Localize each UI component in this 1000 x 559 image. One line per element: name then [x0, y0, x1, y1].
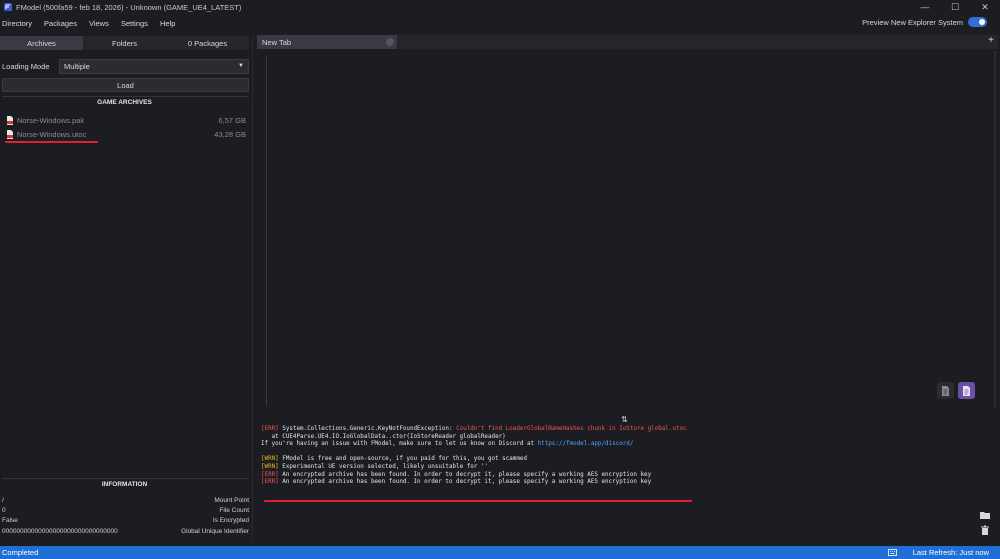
left-panel-tabs: Archives Folders 0 Packages — [0, 36, 249, 50]
loading-mode-value: Multiple — [64, 62, 90, 71]
archive-size: 43,28 GB — [214, 129, 246, 139]
preview-explorer-toggle-group: Preview New Explorer System — [862, 17, 987, 27]
menu-directory[interactable]: Directory — [2, 19, 32, 28]
info-value: False — [2, 516, 18, 524]
last-refresh: Last Refresh: Just now — [912, 548, 989, 557]
tab-new-tab[interactable]: New Tab — [257, 35, 397, 49]
info-value: 0 — [2, 506, 6, 514]
information-title: INFORMATION — [101, 481, 148, 488]
archive-size: 6,57 GB — [218, 115, 246, 125]
info-value: 00000000000000000000000000000000 — [2, 527, 118, 535]
keyboard-icon[interactable] — [888, 549, 897, 556]
plus-icon[interactable]: + — [988, 35, 994, 46]
archive-name: Norse-Windows.utoc — [17, 129, 87, 139]
fmodel-logo-icon — [3, 2, 13, 12]
archive-file-icon — [7, 115, 13, 125]
maximize-button[interactable]: ☐ — [940, 0, 970, 14]
editor-gutter — [266, 55, 267, 406]
document-tabs: New Tab + — [257, 35, 998, 49]
info-key: Mount Point — [214, 496, 249, 504]
preview-explorer-label: Preview New Explorer System — [862, 17, 963, 27]
editor-scrollbar[interactable] — [994, 51, 996, 408]
log-segment: at CUE4Parse.UE4.IO.IoGlobalData..ctor(I… — [261, 433, 506, 440]
loading-mode-select[interactable]: Multiple ▼ — [59, 59, 249, 74]
log-link[interactable]: https://fmodel.app/discord/ — [538, 441, 634, 447]
divider — [2, 96, 249, 97]
log-line: [ERR] An encrypted archive has been foun… — [261, 472, 987, 480]
status-text: Completed — [2, 548, 39, 557]
info-row-guid: 00000000000000000000000000000000 Global … — [2, 526, 249, 536]
window-title: FModel (500fa59 - feb 18, 2026) - Unknow… — [16, 2, 242, 12]
log-line: [ERR] System.Collections.Generic.KeyNotF… — [261, 426, 987, 434]
info-row-mount-point: / Mount Point — [2, 495, 249, 505]
log-line: [ERR] An encrypted archive has been foun… — [261, 479, 987, 487]
window-controls: — ☐ ✕ — [910, 0, 1000, 14]
close-button[interactable]: ✕ — [970, 0, 1000, 14]
log-segment: [WRN] — [261, 463, 283, 470]
tab-packages[interactable]: 0 Packages — [166, 36, 249, 50]
game-archives-title: GAME ARCHIVES — [97, 99, 152, 106]
log-segment: [ERR] — [261, 426, 283, 432]
preview-explorer-toggle[interactable] — [968, 17, 987, 27]
load-button[interactable]: Load — [2, 78, 249, 92]
archive-file-icon — [7, 129, 13, 139]
menu-packages[interactable]: Packages — [44, 19, 77, 28]
archive-item[interactable]: Norse-Windows.pak 6,57 GB — [6, 114, 246, 126]
log-segment: System.Collections.Generic.KeyNotFoundEx… — [282, 426, 457, 432]
info-row-file-count: 0 File Count — [2, 505, 249, 515]
image-preview-icon[interactable] — [958, 382, 975, 399]
status-bar: Completed Last Refresh: Just now — [0, 546, 1000, 559]
close-circle-icon[interactable] — [386, 38, 394, 46]
log-line: [WRN] Experimental UE version selected, … — [261, 464, 987, 472]
text-editor[interactable] — [257, 51, 998, 408]
info-key: Global Unique Identifier — [181, 527, 249, 535]
archive-item[interactable]: Norse-Windows.utoc 43,28 GB — [6, 128, 246, 140]
log-segment: [WRN] — [261, 456, 283, 463]
menu-bar: Directory Packages Views Settings Help — [0, 16, 185, 30]
log-segment: If you're having an issue with FModel, m… — [261, 441, 538, 448]
log-segment: [ERR] — [261, 479, 283, 486]
menu-help[interactable]: Help — [160, 19, 175, 28]
highlight-underline — [264, 500, 692, 502]
tab-folders[interactable]: Folders — [83, 36, 166, 50]
document-icon[interactable] — [937, 382, 954, 399]
highlight-underline — [5, 141, 98, 143]
log-segment: Couldn't find LoaderGlobalNameHashes chu… — [456, 426, 687, 432]
info-key: Is Encrypted — [212, 516, 249, 524]
log-segment: [ERR] — [261, 471, 283, 478]
panel-splitter[interactable] — [252, 36, 253, 542]
title-bar: FModel (500fa59 - feb 18, 2026) - Unknow… — [0, 0, 1000, 14]
log-segment: FModel is free and open-source, if you p… — [282, 456, 527, 463]
log-line: If you're having an issue with FModel, m… — [261, 441, 987, 449]
info-value: / — [2, 496, 4, 504]
log-output: [ERR] System.Collections.Generic.KeyNotF… — [257, 426, 987, 536]
log-segment: An encrypted archive has been found. In … — [282, 471, 652, 478]
trash-icon[interactable] — [980, 525, 990, 535]
log-segment: Experimental UE version selected, likely… — [282, 463, 488, 470]
toggle-knob — [979, 19, 985, 25]
menu-settings[interactable]: Settings — [121, 19, 148, 28]
divider — [2, 478, 249, 479]
resize-vertical-icon[interactable]: ⇅ — [621, 415, 628, 424]
log-line: at CUE4Parse.UE4.IO.IoGlobalData..ctor(I… — [261, 434, 987, 442]
info-key: File Count — [219, 506, 249, 514]
tab-label: New Tab — [262, 37, 292, 47]
chevron-down-icon: ▼ — [238, 63, 244, 69]
tab-archives[interactable]: Archives — [0, 36, 83, 50]
loading-mode-row: Loading Mode Multiple ▼ — [2, 59, 249, 74]
loading-mode-label: Loading Mode — [2, 62, 50, 71]
archive-name: Norse-Windows.pak — [17, 115, 85, 125]
log-segment: An encrypted archive has been found. In … — [282, 479, 652, 486]
minimize-button[interactable]: — — [910, 0, 940, 14]
info-row-is-encrypted: False Is Encrypted — [2, 515, 249, 525]
menu-views[interactable]: Views — [89, 19, 109, 28]
folder-icon[interactable] — [980, 510, 990, 520]
log-line: [WRN] FModel is free and open-source, if… — [261, 456, 987, 464]
